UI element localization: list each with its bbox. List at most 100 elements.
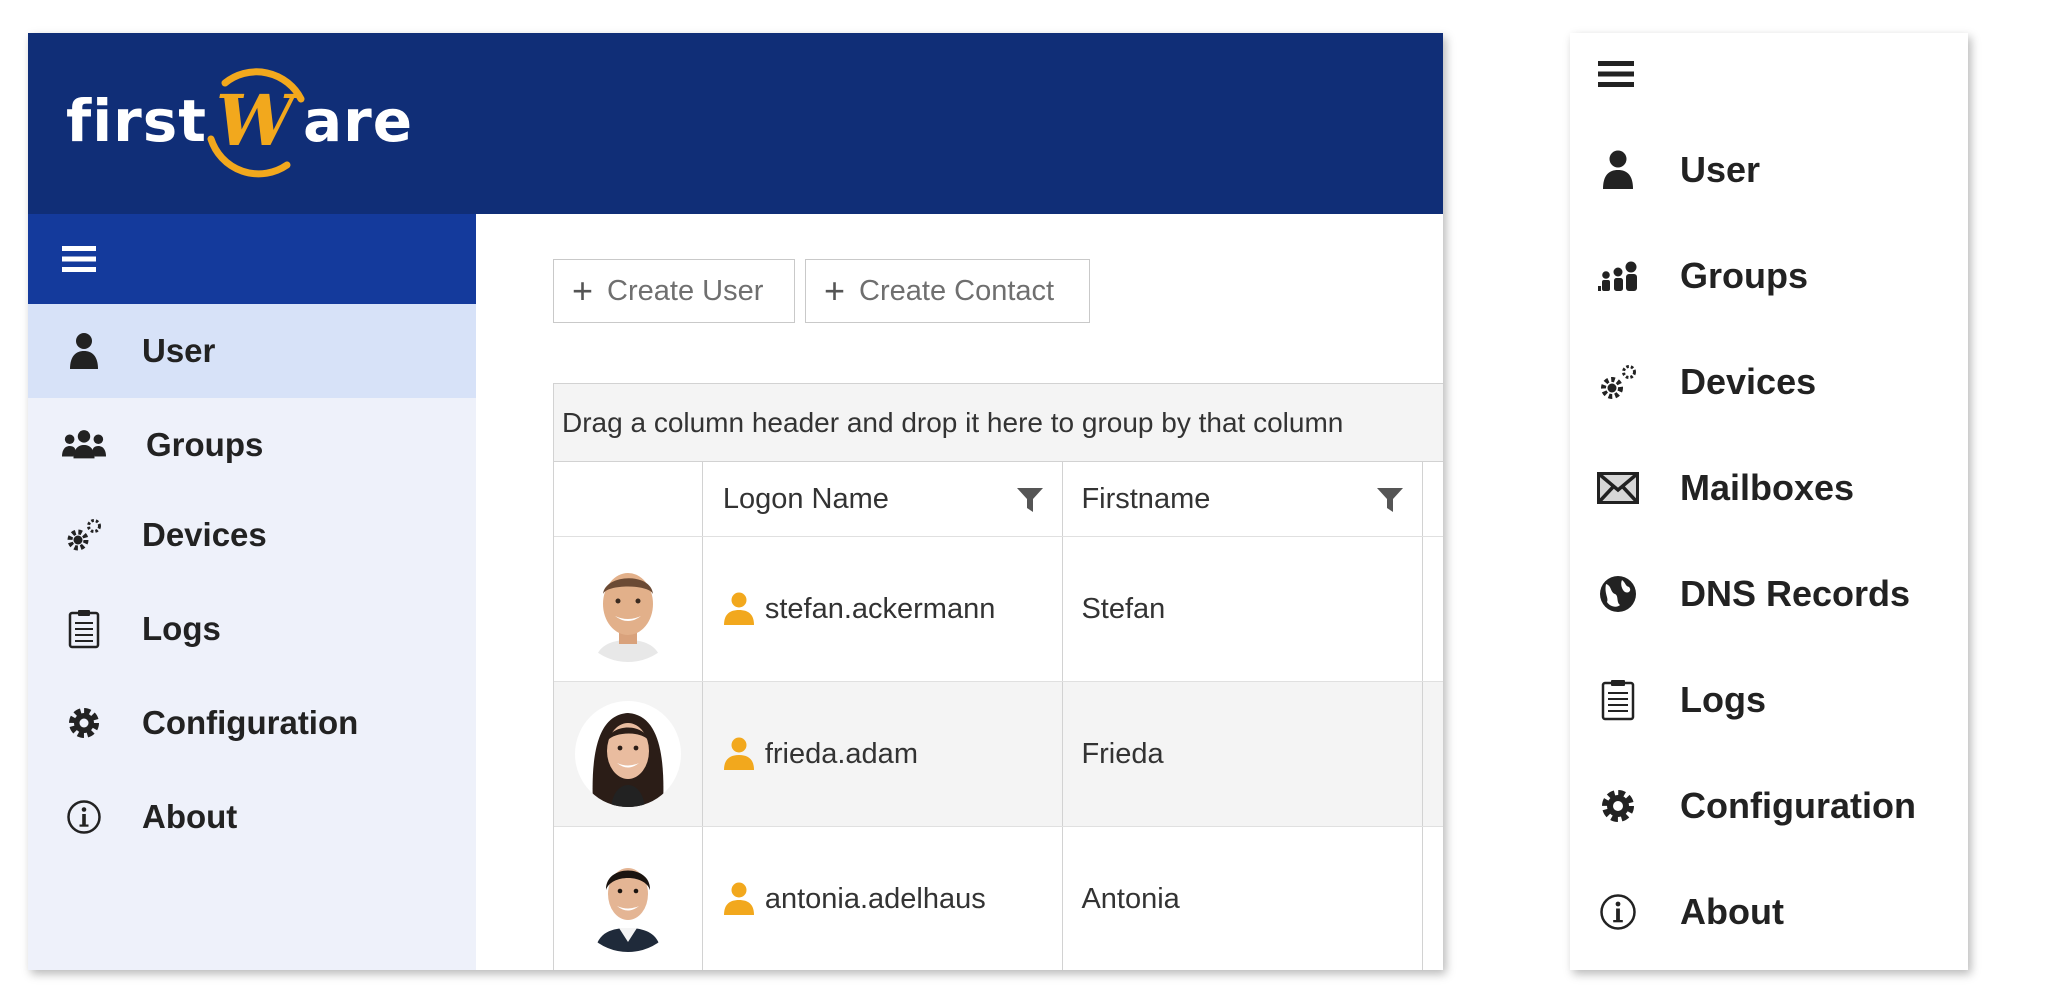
column-header-photo[interactable]: [554, 462, 703, 536]
menu-toggle[interactable]: [1598, 56, 1634, 97]
plus-icon: +: [824, 270, 846, 311]
app-header: first W are: [28, 33, 1443, 214]
menu-item-about[interactable]: About: [1570, 882, 1968, 942]
user-account-icon: [723, 882, 755, 916]
table-row[interactable]: stefan.ackermann Stefan: [554, 537, 1443, 682]
menu-item-label: About: [1680, 891, 1784, 932]
menu-item-user[interactable]: User: [1570, 140, 1968, 200]
logo-text-left: first: [66, 87, 207, 155]
menu-item-label: User: [1680, 149, 1761, 190]
menu-item-label: Mailboxes: [1680, 467, 1855, 508]
envelope-icon: [1596, 466, 1640, 510]
create-user-button[interactable]: + Create User: [553, 259, 795, 323]
photo-cell: [554, 827, 703, 970]
sidebar-item-logs[interactable]: Logs: [28, 582, 476, 676]
app-window: first W are User Groups Devices Logs Con…: [28, 33, 1443, 970]
hamburger-icon: [62, 246, 96, 272]
group-hint-text: Drag a column header and drop it here to…: [562, 406, 1344, 438]
menu-item-devices[interactable]: Devices: [1570, 352, 1968, 412]
logon-name-text: antonia.adelhaus: [764, 882, 986, 915]
groups-icon: [1596, 254, 1640, 298]
avatar: [574, 556, 681, 662]
svg-text:W: W: [216, 79, 301, 162]
user-icon: [62, 329, 106, 373]
next-cell: [1423, 827, 1443, 970]
sidebar-item-label: About: [142, 798, 238, 835]
navigation-menu: User Groups Devices Mailboxes DNS Record…: [1570, 33, 1968, 970]
menu-item-configuration[interactable]: Configuration: [1570, 776, 1968, 836]
column-header-firstname[interactable]: Firstname: [1063, 462, 1424, 536]
user-account-icon: [723, 592, 755, 626]
photo-cell: [554, 682, 703, 826]
next-cell: [1423, 682, 1443, 826]
sidebar-item-user[interactable]: User: [28, 304, 476, 398]
menu-item-mailboxes[interactable]: Mailboxes: [1570, 458, 1968, 518]
column-header-next: [1423, 462, 1443, 536]
logon-name-cell: stefan.ackermann: [703, 537, 1064, 681]
user-grid: Drag a column header and drop it here to…: [553, 383, 1443, 970]
logon-name-cell: frieda.adam: [703, 682, 1064, 826]
firstname-text: Antonia: [1081, 882, 1180, 915]
firstname-cell: Frieda: [1063, 682, 1424, 826]
info-icon: [62, 795, 106, 839]
firstware-logo[interactable]: first W are: [66, 61, 446, 181]
column-header-label: Firstname: [1081, 482, 1211, 515]
hamburger-icon: [1598, 61, 1634, 87]
avatar: [574, 846, 681, 952]
sidebar-item-configuration[interactable]: Configuration: [28, 676, 476, 770]
sidebar-item-about[interactable]: About: [28, 770, 476, 864]
logo-text-right: are: [302, 87, 414, 155]
groups-icon: [62, 423, 106, 467]
info-icon: [1596, 890, 1640, 934]
plus-icon: +: [572, 270, 594, 311]
sidebar-item-label: User: [142, 332, 216, 369]
table-row[interactable]: frieda.adam Frieda: [554, 682, 1443, 827]
column-header-logon-name[interactable]: Logon Name: [703, 462, 1064, 536]
menu-item-logs[interactable]: Logs: [1570, 670, 1968, 730]
filter-icon[interactable]: [1376, 486, 1404, 514]
menu-item-label: Configuration: [1680, 785, 1916, 826]
sidebar-item-label: Devices: [142, 516, 267, 553]
create-contact-button[interactable]: + Create Contact: [805, 259, 1090, 323]
menu-item-groups[interactable]: Groups: [1570, 246, 1968, 306]
sidebar-item-label: Logs: [142, 610, 221, 647]
devices-icon: [62, 513, 106, 557]
globe-icon: [1596, 572, 1640, 616]
next-cell: [1423, 537, 1443, 681]
column-header-label: Logon Name: [722, 482, 889, 515]
logs-icon: [62, 607, 106, 651]
logo-w-mark: W: [203, 61, 307, 181]
firstname-cell: Stefan: [1063, 537, 1424, 681]
devices-icon: [1596, 360, 1640, 404]
user-icon: [1596, 148, 1640, 192]
logon-name-cell: antonia.adelhaus: [703, 827, 1064, 970]
logon-name-text: frieda.adam: [764, 737, 918, 770]
avatar: [574, 701, 681, 807]
main-content: + Create User + Create Contact Drag a co…: [476, 214, 1443, 970]
table-row[interactable]: antonia.adelhaus Antonia: [554, 827, 1443, 970]
firstname-text: Stefan: [1081, 592, 1166, 625]
filter-icon[interactable]: [1016, 486, 1044, 514]
create-user-label: Create User: [607, 274, 764, 307]
sidebar-item-devices[interactable]: Devices: [28, 488, 476, 582]
sidebar-item-label: Configuration: [142, 704, 359, 741]
menu-item-label: Logs: [1680, 679, 1766, 720]
sidebar-item-label: Groups: [146, 426, 264, 463]
photo-cell: [554, 537, 703, 681]
user-account-icon: [723, 737, 755, 771]
gear-icon: [1596, 784, 1640, 828]
menu-item-label: Groups: [1680, 255, 1809, 296]
sidebar: User Groups Devices Logs Configuration A…: [28, 214, 476, 970]
sidebar-toggle[interactable]: [28, 214, 476, 304]
menu-item-dns-records[interactable]: DNS Records: [1570, 564, 1968, 624]
logs-icon: [1596, 678, 1640, 722]
firstname-cell: Antonia: [1063, 827, 1424, 970]
group-drop-panel[interactable]: Drag a column header and drop it here to…: [554, 384, 1443, 462]
create-contact-label: Create Contact: [859, 274, 1055, 307]
menu-item-label: Devices: [1680, 361, 1817, 402]
logon-name-text: stefan.ackermann: [764, 592, 996, 625]
menu-item-label: DNS Records: [1680, 573, 1911, 614]
sidebar-item-groups[interactable]: Groups: [28, 398, 476, 492]
grid-header-row: Logon Name Firstname: [554, 462, 1443, 537]
gear-icon: [62, 701, 106, 745]
